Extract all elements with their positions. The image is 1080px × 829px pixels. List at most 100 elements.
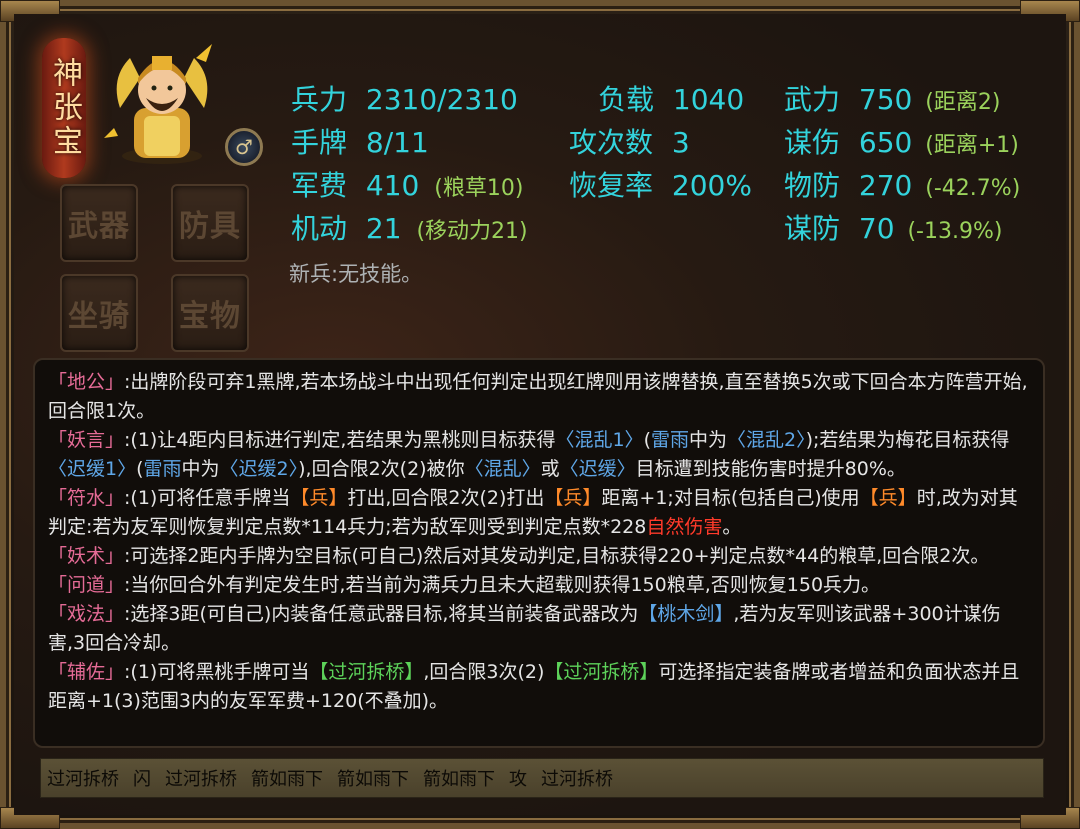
stat-label: 手牌: [291, 126, 348, 159]
skill-name: 「问道」: [48, 574, 125, 596]
stat-tactic-damage: 谋伤 650 (距离+1): [784, 126, 1019, 163]
stat-note: (移动力21): [416, 219, 528, 244]
general-name-tag: 神张宝: [42, 38, 86, 178]
status-link[interactable]: 〈迟缓2〉: [220, 458, 299, 480]
stat-value: 1040: [672, 83, 745, 116]
stat-value: 650: [858, 126, 913, 159]
stat-label: 恢复率: [569, 169, 654, 202]
skill-desc: 中为: [689, 429, 728, 451]
skill-desc: :出牌阶段可弃1黑牌,若本场战斗中出现任何判定出现红牌则用该牌替换,直至替换5次…: [48, 371, 1028, 422]
hand-card[interactable]: 过河拆桥: [165, 765, 237, 791]
skill-entry: 「问道」:当你回合外有判定发生时,若当前为满兵力且未大超载则获得150粮草,否则…: [48, 571, 1029, 600]
stat-note: (-13.9%): [907, 219, 1003, 244]
weather-link[interactable]: 雷雨: [144, 458, 182, 480]
hand-card-bar: 过河拆桥 闪 过河拆桥 箭如雨下 箭如雨下 箭如雨下 攻 过河拆桥: [40, 758, 1044, 798]
skill-name: 「符水」: [48, 487, 125, 509]
skill-description-box: 「地公」:出牌阶段可弃1黑牌,若本场战斗中出现任何判定出现红牌则用该牌替换,直至…: [33, 358, 1045, 748]
status-link[interactable]: 〈混乱2〉: [727, 429, 806, 451]
stat-value: 70: [858, 212, 895, 245]
skill-desc: 目标遭到技能伤害时提升80%。: [635, 458, 906, 480]
armor-slot[interactable]: 防具: [171, 184, 249, 262]
weather-link[interactable]: 雷雨: [651, 429, 689, 451]
skill-desc: 距离+1;对目标(包括自己)使用: [601, 487, 860, 509]
stat-value: 21: [365, 212, 402, 245]
hand-card[interactable]: 箭如雨下: [423, 765, 495, 791]
card-link[interactable]: 【兵】: [860, 487, 917, 509]
skill-entry: 「符水」:(1)可将任意手牌当【兵】打出,回合限2次(2)打出【兵】距离+1;对…: [48, 484, 1029, 542]
skill-desc: 或: [540, 458, 560, 480]
skill-name: 「辅佐」: [48, 661, 125, 683]
stat-note: (距离2): [925, 90, 1001, 115]
stat-label: 攻次数: [569, 126, 654, 159]
stat-recover: 恢复率 200%: [569, 169, 752, 203]
card-link[interactable]: 【过河拆桥】: [309, 661, 423, 683]
card-link[interactable]: 【兵】: [544, 487, 601, 509]
stat-value: 2310/2310: [365, 83, 518, 116]
status-link[interactable]: 〈混乱〉: [465, 458, 541, 480]
stat-tactic-defense: 谋防 70 (-13.9%): [784, 212, 1002, 249]
skill-entry: 「妖术」:可选择2距内手牌为空目标(可自己)然后对其发动判定,目标获得220+判…: [48, 542, 1029, 571]
stat-label: 物防: [784, 169, 841, 202]
card-link[interactable]: 【兵】: [290, 487, 347, 509]
skill-desc: :选择3距(可自己)内装备任意武器目标,将其当前装备武器改为: [124, 603, 639, 625]
stat-value: 750: [858, 83, 913, 116]
treasure-slot[interactable]: 宝物: [171, 274, 249, 352]
skill-desc: (: [136, 458, 144, 480]
hand-card[interactable]: 过河拆桥: [541, 765, 613, 791]
stat-move: 机动 21 (移动力21): [291, 212, 528, 249]
skill-desc: ),回合限2次(2)被你: [298, 458, 465, 480]
stat-note: (粮草10): [434, 176, 524, 201]
skill-desc: );若结果为梅花目标获得: [805, 429, 1010, 451]
skill-desc: :当你回合外有判定发生时,若当前为满兵力且未大超载则获得150粮草,否则恢复15…: [124, 574, 881, 596]
skill-desc: ,回合限3次(2): [423, 661, 545, 683]
stat-note: (距离+1): [925, 133, 1019, 158]
stat-money: 军费 410 (粮草10): [291, 169, 523, 206]
skill-name: 「戏法」: [48, 603, 125, 625]
stat-note: (-42.7%): [925, 176, 1021, 201]
stat-attack-count: 攻次数 3: [569, 126, 690, 160]
general-name: 神张宝: [47, 57, 82, 159]
hand-card[interactable]: 闪: [133, 765, 151, 791]
weapon-slot[interactable]: 武器: [60, 184, 138, 262]
card-link[interactable]: 【过河拆桥】: [544, 661, 658, 683]
stat-label: 军费: [291, 169, 348, 202]
stat-force: 武力 750 (距离2): [784, 83, 1000, 120]
stat-value: 3: [671, 126, 690, 159]
skill-entry: 「妖言」:(1)让4距内目标进行判定,若结果为黑桃则目标获得〈混乱1〉(雷雨中为…: [48, 426, 1029, 484]
stat-value: 270: [858, 169, 913, 202]
skill-desc: 打出,回合限2次(2)打出: [347, 487, 545, 509]
skill-desc: :(1)让4距内目标进行判定,若结果为黑桃则目标获得: [124, 429, 556, 451]
male-gender-icon: ♂: [225, 128, 263, 166]
hand-card[interactable]: 箭如雨下: [337, 765, 409, 791]
stat-label: 兵力: [291, 83, 348, 116]
hand-card[interactable]: 箭如雨下: [251, 765, 323, 791]
stat-load: 负载 1040: [598, 83, 744, 117]
skill-name: 「妖言」: [48, 429, 125, 451]
status-link[interactable]: 〈混乱1〉: [555, 429, 643, 451]
stat-label: 武力: [784, 83, 841, 116]
stat-label: 谋伤: [784, 126, 841, 159]
damage-type: 自然伤害: [646, 516, 723, 538]
stat-hand: 手牌 8/11: [291, 126, 429, 160]
stat-label: 谋防: [784, 212, 841, 245]
passive-trait: 新兵:无技能。: [289, 262, 423, 286]
skill-desc: 中为: [181, 458, 220, 480]
stat-value: 200%: [671, 169, 752, 202]
skill-desc: :可选择2距内手牌为空目标(可自己)然后对其发动判定,目标获得220+判定点数*…: [124, 545, 990, 567]
skill-desc: (: [643, 429, 651, 451]
skill-desc: 。: [722, 516, 742, 538]
skill-entry: 「地公」:出牌阶段可弃1黑牌,若本场战斗中出现任何判定出现红牌则用该牌替换,直至…: [48, 368, 1029, 426]
hand-card[interactable]: 过河拆桥: [47, 765, 119, 791]
skill-entry: 「戏法」:选择3距(可自己)内装备任意武器目标,将其当前装备武器改为【桃木剑】,…: [48, 600, 1029, 658]
status-link[interactable]: 〈迟缓〉: [560, 458, 636, 480]
mount-slot[interactable]: 坐骑: [60, 274, 138, 352]
weapon-link[interactable]: 【桃木剑】: [638, 603, 733, 625]
status-link[interactable]: 〈迟缓1〉: [48, 458, 136, 480]
stat-hp: 兵力 2310/2310: [291, 83, 518, 117]
skill-entry: 「辅佐」:(1)可将黑桃手牌可当【过河拆桥】,回合限3次(2)【过河拆桥】可选择…: [48, 658, 1029, 716]
general-portrait[interactable]: [100, 38, 224, 166]
stat-physical-defense: 物防 270 (-42.7%): [784, 169, 1020, 206]
skill-desc: :(1)可将任意手牌当: [124, 487, 291, 509]
hand-card[interactable]: 攻: [509, 765, 527, 791]
skill-name: 「妖术」: [48, 545, 125, 567]
